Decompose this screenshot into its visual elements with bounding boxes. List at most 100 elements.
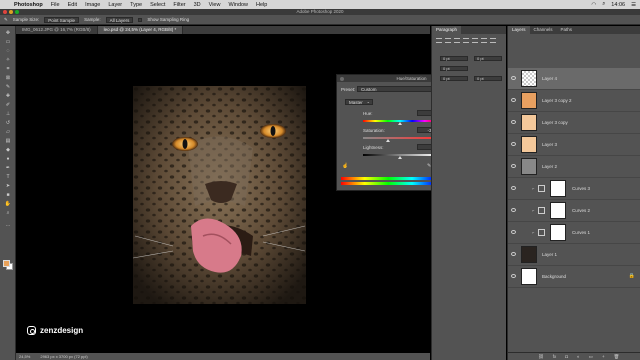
visibility-eye-icon[interactable] [511,274,516,278]
fx-icon[interactable]: fx [553,353,557,360]
marquee-tool-icon[interactable]: ▭ [4,39,12,45]
space-after-field[interactable]: 0 pt [474,76,502,81]
eyedropper-tool-icon[interactable]: ✎ [4,84,12,90]
menu-window[interactable]: Window [228,2,248,8]
justify-last-right-icon[interactable] [481,38,487,43]
quick-select-tool-icon[interactable]: ✧ [4,57,12,63]
zoom-window-icon[interactable] [15,10,19,14]
layer-thumbnail[interactable] [521,136,537,153]
layer-thumbnail[interactable] [521,70,537,87]
link-layers-icon[interactable]: ⛓ [538,353,544,360]
menu-type[interactable]: Type [130,2,142,8]
channel-select[interactable]: Master [345,99,373,105]
menu-select[interactable]: Select [150,2,165,8]
layer-row[interactable]: Layer 1 [508,244,640,266]
tab-paragraph[interactable]: Paragraph [432,26,462,34]
hue-slider-thumb[interactable] [398,122,402,125]
search-icon[interactable]: ⌕ [602,1,605,8]
space-before-field[interactable]: 0 pt [440,76,468,81]
pen-tool-icon[interactable]: ✒ [4,165,12,171]
sample-select[interactable]: All Layers [105,16,134,23]
tab-img-0612[interactable]: IMG_0612.JPG @ 16,7% (RGB/8) [16,26,98,34]
saturation-slider-thumb[interactable] [386,139,390,142]
justify-all-icon[interactable] [490,38,496,43]
menu-file[interactable]: File [51,2,60,8]
dialog-close-icon[interactable] [340,76,344,81]
type-tool-icon[interactable]: T [4,174,12,180]
wifi-icon[interactable]: ◠ [591,2,596,8]
align-right-icon[interactable] [454,38,460,43]
layer-thumbnail[interactable] [521,268,537,285]
sample-size-select[interactable]: Point Sample [44,16,80,23]
align-center-icon[interactable] [445,38,451,43]
visibility-eye-icon[interactable] [511,120,516,124]
layer-name[interactable]: Layer 3 copy [542,120,568,125]
lock-icon[interactable]: 🔒 [629,273,635,279]
crop-tool-icon[interactable]: ⌗ [4,66,12,72]
saturation-slider[interactable] [363,137,437,139]
visibility-eye-icon[interactable] [511,230,516,234]
adjustment-icon[interactable]: ◐ [577,353,580,360]
visibility-eye-icon[interactable] [511,208,516,212]
new-layer-icon[interactable]: + [602,353,605,360]
layer-row[interactable]: Layer 3 [508,134,640,156]
indent-right-field[interactable]: 0 pt [474,56,502,61]
layer-thumbnail[interactable] [521,158,537,175]
align-left-icon[interactable] [436,38,442,43]
layer-name[interactable]: Curves 1 [572,230,590,235]
targeted-adjust-icon[interactable]: ☝ [342,163,348,169]
dodge-tool-icon[interactable]: ● [4,156,12,162]
leopard-photo[interactable] [133,86,306,304]
add-mask-icon[interactable]: ◘ [565,353,568,360]
menu-list-icon[interactable]: ☰ [631,2,636,8]
document-info[interactable]: 2963 px x 3700 px (72 ppi) [40,353,87,360]
layer-row[interactable]: Layer 3 copy 2 [508,90,640,112]
path-select-icon[interactable]: ➤ [4,183,12,189]
menu-filter[interactable]: Filter [173,2,185,8]
layer-row[interactable]: ⌐ Curves 3 [508,178,640,200]
layer-mask-thumbnail[interactable] [550,180,566,197]
layer-thumbnail[interactable] [521,246,537,263]
tab-paths[interactable]: Paths [557,26,577,34]
menu-app[interactable]: Photoshop [14,2,43,8]
visibility-eye-icon[interactable] [511,252,516,256]
menu-image[interactable]: Image [85,2,100,8]
new-group-icon[interactable]: ▭ [589,353,593,360]
layer-row[interactable]: Layer 2 [508,156,640,178]
visibility-eye-icon[interactable] [511,76,516,80]
layer-row[interactable]: Layer 4 [508,68,640,90]
healing-tool-icon[interactable]: ✚ [4,93,12,99]
move-tool-icon[interactable]: ✥ [4,30,12,36]
hand-tool-icon[interactable]: ✋ [4,201,12,207]
layer-name[interactable]: Layer 3 [542,142,557,147]
menu-3d[interactable]: 3D [194,2,201,8]
menu-edit[interactable]: Edit [68,2,77,8]
indent-left-field[interactable]: 0 pt [440,56,468,61]
layer-name[interactable]: Layer 2 [542,164,557,169]
visibility-eye-icon[interactable] [511,98,516,102]
visibility-eye-icon[interactable] [511,164,516,168]
shape-tool-icon[interactable]: ■ [4,192,12,198]
zoom-tool-icon[interactable]: ⌕ [4,210,12,216]
layer-name[interactable]: Layer 4 [542,76,557,81]
eyedropper-icon[interactable]: ✎ [4,17,8,23]
tab-leo-psd[interactable]: leo.psd @ 24,5% (Layer 4, RGB/8) * [97,26,184,34]
layer-mask-thumbnail[interactable] [550,202,566,219]
justify-last-left-icon[interactable] [463,38,469,43]
gradient-tool-icon[interactable]: ▤ [4,138,12,144]
menu-view[interactable]: View [209,2,221,8]
curves-adjustment-icon[interactable] [538,185,545,192]
layer-name[interactable]: Layer 3 copy 2 [542,98,572,103]
brush-tool-icon[interactable]: ✐ [4,102,12,108]
menu-layer[interactable]: Layer [108,2,122,8]
history-brush-icon[interactable]: ↺ [4,120,12,126]
layer-name[interactable]: Curves 3 [572,186,590,191]
visibility-eye-icon[interactable] [511,186,516,190]
show-ring-checkbox[interactable] [138,17,143,22]
indent-first-field[interactable]: 0 pt [440,66,468,71]
layer-mask-thumbnail[interactable] [550,224,566,241]
layer-row[interactable]: ⌐ Curves 1 [508,222,640,244]
lightness-slider-thumb[interactable] [398,156,402,159]
layer-thumbnail[interactable] [521,92,537,109]
close-window-icon[interactable] [3,10,7,14]
